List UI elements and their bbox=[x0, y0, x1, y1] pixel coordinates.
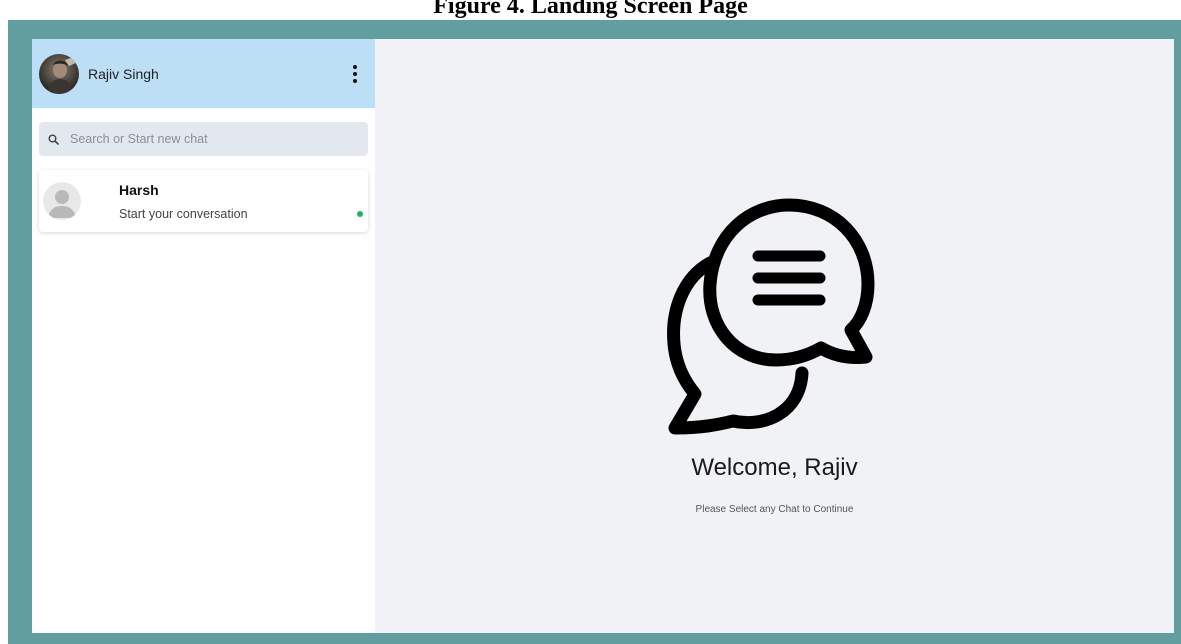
user-name: Rajiv Singh bbox=[88, 65, 159, 82]
figure-caption-text: Figure 4. Landing Screen Page bbox=[433, 0, 748, 19]
search-box[interactable] bbox=[39, 122, 368, 156]
user-avatar[interactable] bbox=[39, 53, 79, 94]
welcome-title: Welcome, Rajiv bbox=[691, 454, 858, 481]
welcome-subtitle: Please Select any Chat to Continue bbox=[695, 504, 854, 515]
sidebar-header: Rajiv Singh bbox=[32, 39, 375, 108]
chat-app: Rajiv Singh Search or Start new chat Har… bbox=[32, 39, 1174, 633]
search-icon bbox=[48, 132, 62, 146]
menu-button[interactable] bbox=[345, 59, 365, 89]
user-photo-icon bbox=[47, 55, 78, 94]
search-input[interactable] bbox=[68, 131, 368, 147]
search-container bbox=[32, 108, 375, 156]
sidebar: Rajiv Singh Search or Start new chat Har… bbox=[32, 39, 375, 633]
vertical-dots-icon bbox=[353, 64, 357, 83]
chat-list-item-harsh[interactable]: Harsh Start your conversation bbox=[39, 170, 368, 232]
figure-caption: Figure 4. Landing Screen Page bbox=[0, 0, 1181, 20]
last-message: Start your conversation bbox=[119, 206, 248, 221]
chat-text: Harsh Start your conversation bbox=[119, 182, 248, 221]
default-user-icon bbox=[48, 190, 76, 218]
contact-avatar bbox=[43, 182, 81, 220]
chat-bubbles-icon bbox=[667, 198, 875, 435]
chat-list: Harsh Start your conversation bbox=[32, 156, 375, 232]
app-frame: Rajiv Singh Search or Start new chat Har… bbox=[8, 20, 1181, 644]
contact-name: Harsh bbox=[119, 181, 159, 198]
online-status-dot bbox=[357, 211, 363, 217]
main-panel: Welcome, Rajiv Please Select any Chat to… bbox=[375, 39, 1174, 633]
